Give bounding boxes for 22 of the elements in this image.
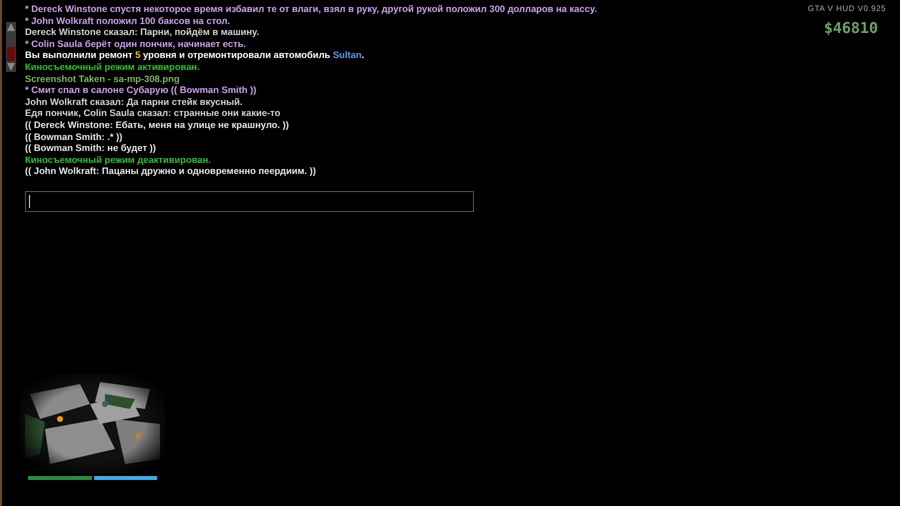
- chat-message: * Colin Saula берёт один пончик, начинает есть.: [25, 38, 248, 50]
- chat-message: * Dereck Winstone спустя некоторое время избавил те от влаги, взял в руку, другой рукой положил 300 долларов на кассу.: [25, 3, 597, 15]
- scrollbar[interactable]: [6, 22, 16, 72]
- chat-message: Dereck Winstone сказал: Парни, пойдём в машину.: [25, 26, 260, 38]
- chat-message: Вы выполнили ремонт 5 уровня и отремонтировали автомобиль Sultan.: [25, 49, 366, 61]
- chat-message: (( Dereck Winstone: Ебать, меня на улице не крашнуло. )): [25, 118, 290, 131]
- chat-message: Киносъемочный режим активирован.: [25, 60, 201, 73]
- money-counter: $46810: [824, 19, 878, 37]
- scroll-up-icon[interactable]: [6, 22, 16, 32]
- chat-input-field[interactable]: [25, 190, 474, 212]
- chat-message: Screenshot Taken - sa-mp-308.png: [25, 72, 181, 84]
- chat-message: * Смит спал в салоне Субарую (( Bowman Smith )): [25, 84, 258, 96]
- scroll-down-icon[interactable]: [6, 62, 16, 72]
- scroll-thumb[interactable]: [7, 47, 15, 61]
- chat-message: * John Wolkraft положил 100 баксов на стол.: [25, 14, 232, 26]
- chat-message: John Wolkraft сказал: Да парни стейк вкусный.: [25, 96, 244, 108]
- chat-message: Едя пончик, Colin Saula сказал: странные они какие-то: [25, 107, 282, 119]
- chat-message: (( Bowman Smith: .* )): [25, 130, 124, 142]
- chat-message: Киносъемочный режим деактивирован.: [25, 154, 212, 166]
- hud-version: GTA V HUD V0.925: [808, 4, 886, 13]
- chat-message: (( John Wolkraft: Пацаны дружно и одновременно пеердиим. )): [25, 165, 317, 177]
- chat-message: (( Bowman Smith: не будет )): [25, 142, 157, 154]
